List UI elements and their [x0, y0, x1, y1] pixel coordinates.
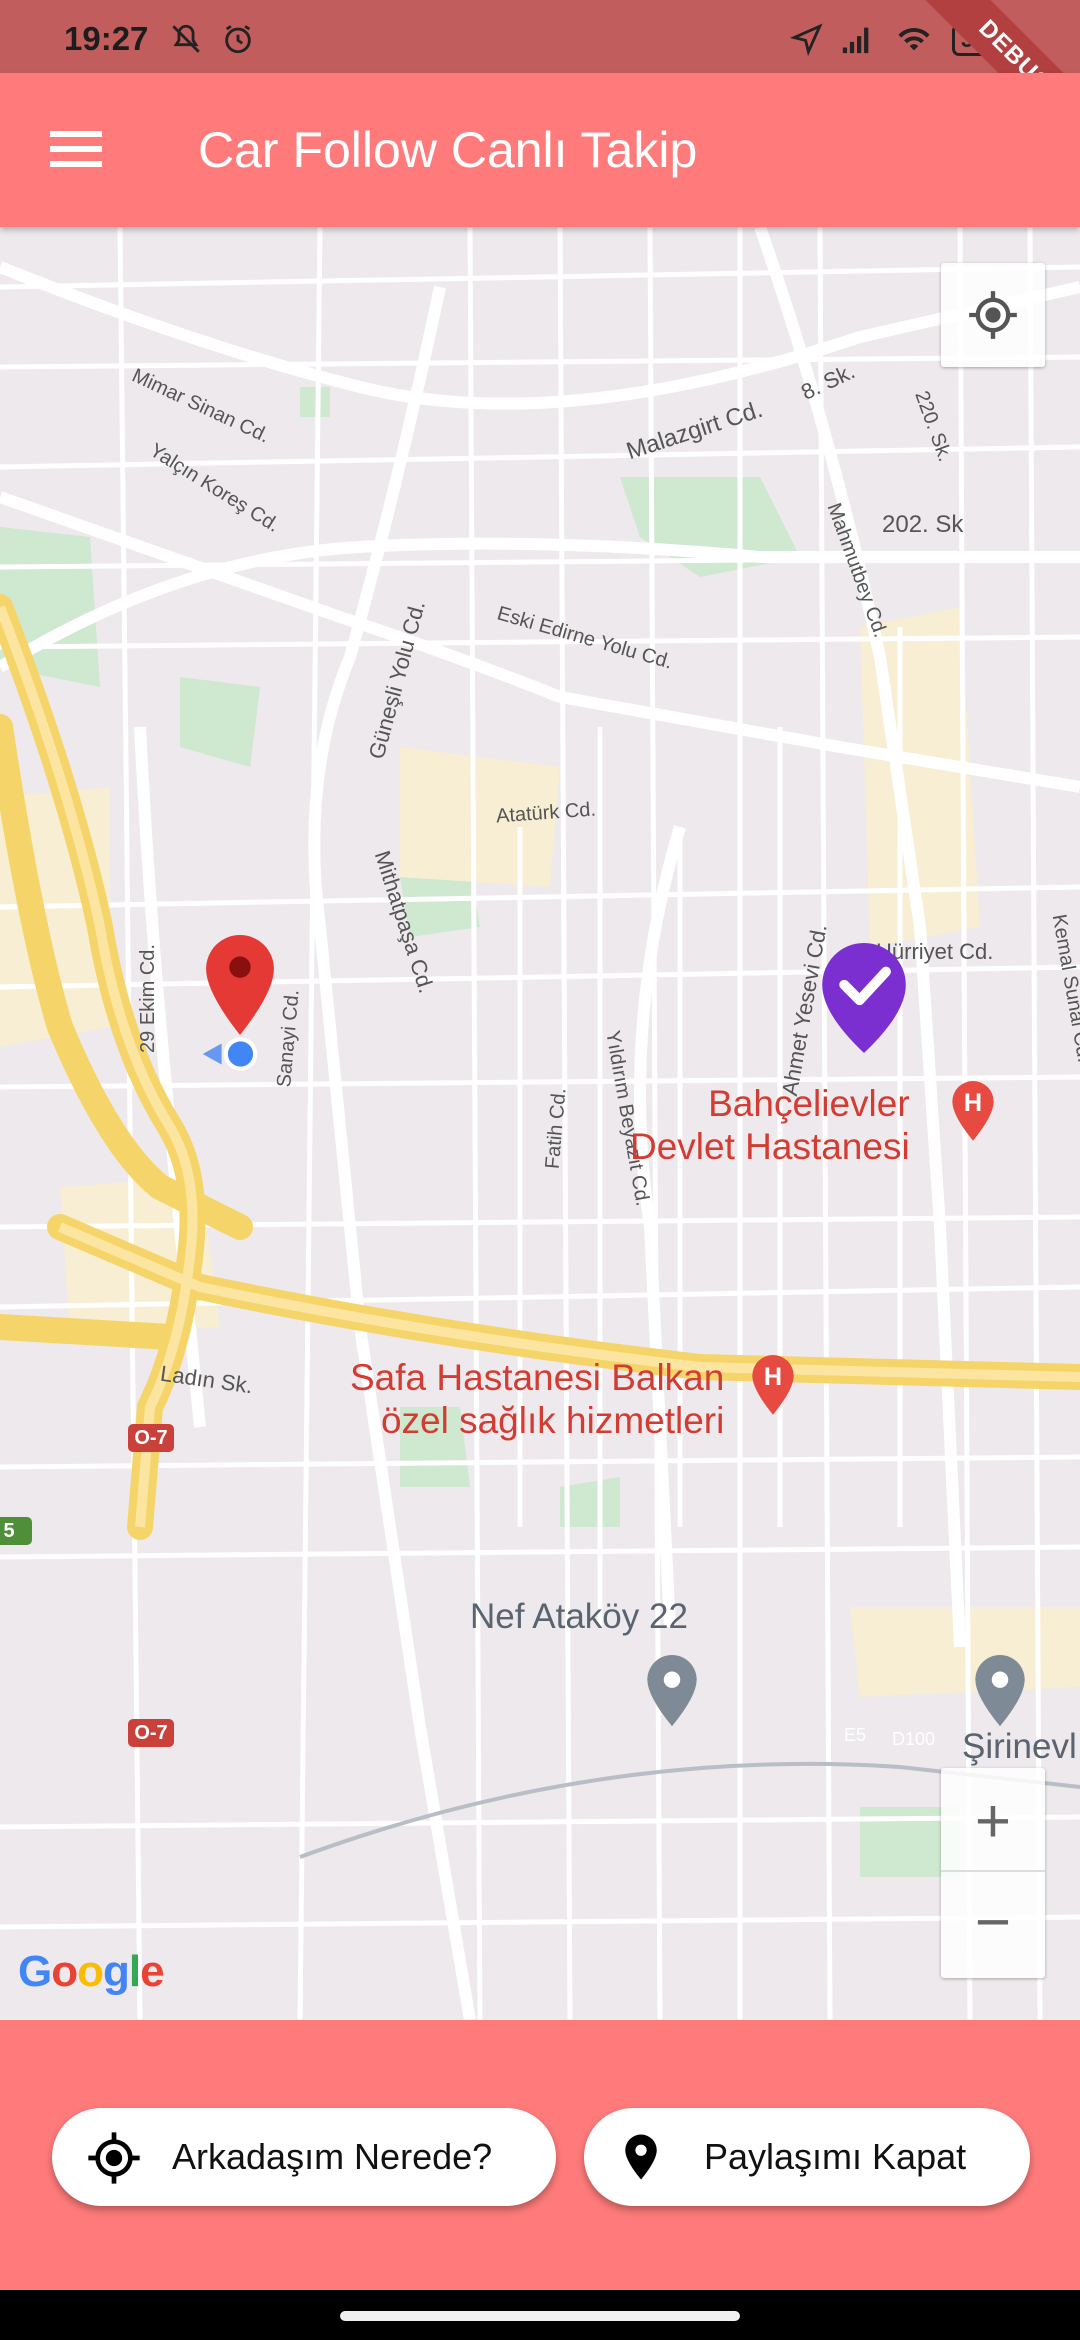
- zoom-out-button[interactable]: −: [941, 1873, 1045, 1977]
- zoom-out-icon: −: [974, 1888, 1012, 1957]
- poi-hospital-label: Safa Hastanesi Balkan özel sağlık hizmet…: [350, 1356, 724, 1442]
- current-location-dot-icon: [202, 1037, 258, 1071]
- stop-sharing-label: Paylaşımı Kapat: [704, 2136, 967, 2177]
- zoom-controls: + −: [941, 1768, 1045, 1978]
- app-title: Car Follow Canlı Takip: [198, 122, 698, 178]
- find-friend-label: Arkadaşım Nerede?: [172, 2136, 493, 2177]
- stop-sharing-button[interactable]: Paylaşımı Kapat: [584, 2108, 1030, 2206]
- street-label: D100: [892, 1729, 936, 1749]
- hospital-icon[interactable]: H: [950, 1081, 996, 1143]
- poi-hospital-name-line1: Safa Hastanesi Balkan: [350, 1357, 725, 1398]
- find-friend-button[interactable]: Arkadaşım Nerede?: [52, 2108, 556, 2206]
- my-location-button[interactable]: [941, 263, 1045, 367]
- place-pin-icon[interactable]: [644, 1655, 700, 1729]
- navigation-icon: [790, 23, 823, 56]
- gps-fixed-icon: [88, 2132, 140, 2184]
- app-bar: Car Follow Canlı Takip: [0, 73, 1080, 227]
- location-pin-icon: [625, 2134, 657, 2180]
- bottom-action-panel: Arkadaşım Nerede? Paylaşımı Kapat: [0, 2020, 1080, 2290]
- status-time: 19:27: [64, 20, 149, 57]
- home-indicator[interactable]: [340, 2311, 740, 2321]
- svg-text:H: H: [964, 1089, 982, 1117]
- hospital-icon[interactable]: H: [750, 1355, 796, 1417]
- app-screen: 19:27 38 DEBUG Car Follow Can: [0, 0, 1080, 2340]
- road-shield: O-7: [128, 1424, 174, 1452]
- street-label: 29 Ekim Cd.: [136, 944, 159, 1053]
- road-shield: O-7: [128, 1719, 174, 1747]
- wifi-icon: [898, 27, 930, 51]
- map-view[interactable]: Mimar Sinan Cd. Yalçın Koreş Cd. Malazgi…: [0, 227, 1080, 2020]
- zoom-in-icon: +: [974, 1787, 1012, 1856]
- menu-icon[interactable]: [50, 129, 102, 169]
- svg-text:H: H: [764, 1363, 782, 1391]
- alarm-icon: [225, 25, 251, 54]
- poi-hospital-name-line2: özel sağlık hizmetleri: [380, 1400, 725, 1441]
- signal-icon: [842, 27, 869, 54]
- poi-hospital-label: Bahçelievler Devlet Hastanesi: [630, 1082, 910, 1168]
- friend-marker-icon[interactable]: [820, 943, 908, 1053]
- notifications-off-icon: [172, 24, 200, 53]
- status-bar: 19:27 38 DEBUG: [0, 0, 1080, 162]
- road-shield: 5: [0, 1517, 32, 1545]
- poi-hospital-name-line2: Devlet Hastanesi: [630, 1126, 910, 1167]
- poi-place-label: Nef Ataköy 22: [470, 1597, 688, 1636]
- place-pin-icon[interactable]: [972, 1655, 1028, 1729]
- street-label: E5: [844, 1725, 867, 1745]
- my-car-marker-icon[interactable]: [204, 935, 276, 1035]
- poi-hospital-name-line1: Bahçelievler: [708, 1083, 910, 1124]
- poi-district-label: Şirinevl: [962, 1727, 1077, 1766]
- street-label: 202. Sk: [882, 511, 964, 538]
- map-base: [0, 227, 1080, 2020]
- google-logo: Google: [18, 1947, 165, 1996]
- zoom-in-button[interactable]: +: [941, 1768, 1045, 1872]
- gps-fixed-icon: [969, 291, 1017, 339]
